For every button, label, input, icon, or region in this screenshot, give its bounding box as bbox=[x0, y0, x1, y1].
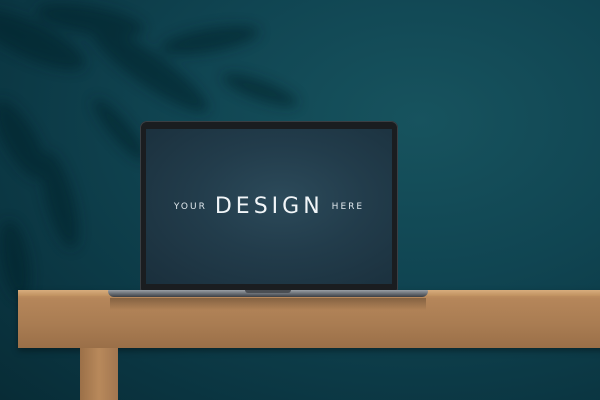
screen-text-your: YOUR bbox=[173, 201, 207, 212]
laptop-screen: YOUR DESIGN HERE bbox=[146, 129, 392, 284]
table-leg bbox=[80, 348, 118, 400]
screen-text-here: HERE bbox=[331, 201, 365, 212]
laptop-reflection bbox=[110, 298, 426, 310]
laptop-opening-notch bbox=[245, 290, 291, 293]
screen-text-design: DESIGN bbox=[214, 194, 324, 219]
mockup-scene: YOUR DESIGN HERE bbox=[0, 0, 600, 400]
